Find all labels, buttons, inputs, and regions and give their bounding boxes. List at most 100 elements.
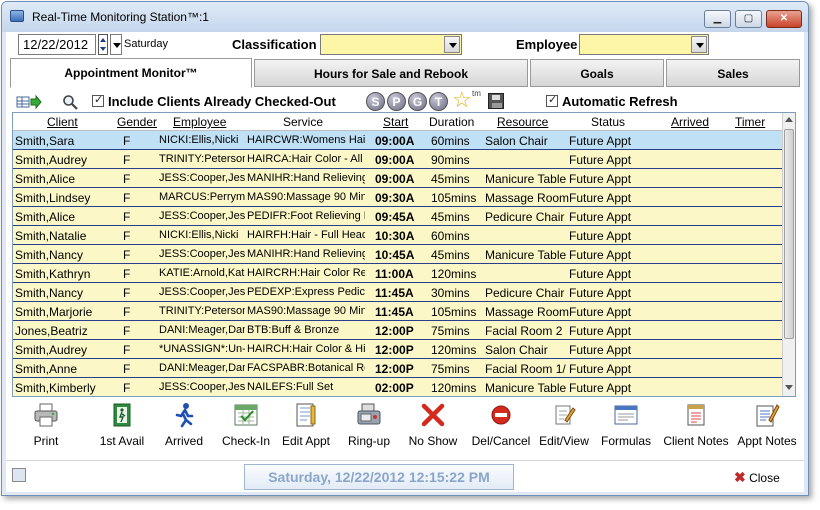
table-row[interactable]: Smith,Kathryn F KATIE:Arnold,Kat HAIRCRH…: [13, 264, 783, 283]
grid-scrollbar[interactable]: [782, 113, 795, 396]
search-icon[interactable]: [62, 94, 78, 110]
ring-up-label: Ring-up: [347, 434, 391, 448]
calendar-check-icon: [234, 404, 258, 426]
edit-appt-button[interactable]: Edit Appt: [276, 400, 336, 452]
close-button[interactable]: ✖ Close: [734, 469, 780, 486]
edit-appt-label: Edit Appt: [281, 434, 331, 448]
edit-view-button[interactable]: Edit/View: [534, 400, 594, 452]
table-row[interactable]: Smith,Alice F JESS:Cooper,Jes PEDIFR:Foo…: [13, 207, 783, 226]
maximize-button[interactable]: ▢: [735, 10, 762, 28]
include-checked-out-label: Include Clients Already Checked-Out: [108, 94, 336, 109]
filter-p-button[interactable]: P: [387, 92, 406, 111]
table-row[interactable]: Smith,Marjorie F TRINITY:Peterson MAS90:…: [13, 302, 783, 321]
formulas-button[interactable]: Formulas: [598, 400, 654, 452]
ring-up-button[interactable]: Ring-up: [340, 400, 398, 452]
spin-up-icon[interactable]: [100, 38, 106, 42]
cell-duration: 120mins: [431, 267, 477, 281]
filter-bar: 12/22/2012 Saturday Classification Emplo…: [10, 32, 802, 58]
table-row[interactable]: Smith,Alice F JESS:Cooper,Jes MANIHR:Han…: [13, 169, 783, 188]
no-show-label: No Show: [408, 434, 458, 448]
column-header-arrived[interactable]: Arrived: [671, 115, 709, 129]
filter-g-button[interactable]: G: [408, 92, 427, 111]
edit-view-label: Edit/View: [539, 434, 589, 448]
appt-notes-button[interactable]: Appt Notes: [734, 400, 800, 452]
tab-sales[interactable]: Sales: [666, 59, 800, 87]
formula-window-icon: [614, 405, 638, 425]
cell-employee: MARCUS:Perrym: [159, 191, 245, 203]
scroll-up-icon[interactable]: [785, 117, 793, 122]
title-bar[interactable]: Real-Time Monitoring Station™:1 ▁ ▢ ✕: [2, 2, 808, 32]
cell-gender: F: [123, 381, 131, 395]
table-row[interactable]: Smith,Anne F DANI:Meager,Dar FACSPABR:Bo…: [13, 359, 783, 378]
scroll-down-icon[interactable]: [785, 385, 793, 390]
cell-duration: 90mins: [431, 153, 470, 167]
cell-gender: F: [123, 210, 131, 224]
filter-s-button[interactable]: S: [366, 92, 385, 111]
tab-hours-for-sale[interactable]: Hours for Sale and Rebook: [254, 59, 528, 87]
minimize-button[interactable]: ▁: [704, 10, 731, 28]
client-notes-label: Client Notes: [663, 434, 729, 448]
column-header-service[interactable]: Service: [283, 115, 323, 129]
trademark-label: tm: [472, 89, 481, 98]
check-in-button[interactable]: Check-In: [216, 400, 276, 452]
del-cancel-button[interactable]: Del/Cancel: [468, 400, 534, 452]
scroll-thumb[interactable]: [784, 129, 794, 339]
cell-service: HAIRFH:Hair - Full Head: [247, 229, 365, 241]
chevron-down-icon[interactable]: [444, 36, 460, 53]
table-row[interactable]: Smith,Kimberly F JESS:Cooper,Jes NAILEFS…: [13, 378, 783, 396]
column-header-timer[interactable]: Timer: [735, 115, 765, 129]
table-row[interactable]: Jones,Beatriz F DANI:Meager,Dan BTB:Buff…: [13, 321, 783, 340]
filter-t-button[interactable]: T: [429, 92, 448, 111]
column-header-client[interactable]: Client: [47, 115, 78, 129]
employee-select[interactable]: [579, 34, 709, 55]
table-row[interactable]: Smith,Sara F NICKI:Ellis,Nicki HAIRCWR:W…: [13, 131, 783, 150]
first-available-button[interactable]: 1st Avail: [94, 400, 150, 452]
notepad-icon: [687, 404, 705, 426]
column-header-start[interactable]: Start: [383, 115, 408, 129]
table-row[interactable]: Smith,Natalie F NICKI:Ellis,Nicki HAIRFH…: [13, 226, 783, 245]
date-field[interactable]: 12/22/2012: [18, 34, 96, 55]
cell-gender: F: [123, 134, 131, 148]
save-icon[interactable]: [488, 93, 504, 109]
classification-select[interactable]: [320, 34, 462, 55]
close-window-button[interactable]: ✕: [766, 10, 802, 28]
employee-label: Employee: [516, 37, 578, 52]
arrived-button[interactable]: Arrived: [156, 400, 212, 452]
auto-refresh-checkbox[interactable]: [546, 93, 558, 107]
cell-start: 10:45A: [375, 248, 415, 262]
no-entry-icon: [491, 405, 511, 425]
print-button[interactable]: Print: [18, 400, 74, 452]
status-grip-icon: [12, 468, 26, 482]
chevron-down-icon[interactable]: [691, 36, 707, 53]
cell-resource: Facial Room 1/: [485, 362, 566, 376]
include-checked-out-checkbox[interactable]: [92, 93, 104, 107]
spin-down-icon[interactable]: [100, 47, 106, 51]
tab-goals[interactable]: Goals: [530, 59, 664, 87]
column-header-status[interactable]: Status: [591, 115, 625, 129]
no-show-button[interactable]: No Show: [404, 400, 462, 452]
table-row[interactable]: Smith,Lindsey F MARCUS:Perrym MAS90:Mass…: [13, 188, 783, 207]
cell-service: PEDIFR:Foot Relieving P: [247, 210, 365, 222]
cell-status: Future Appt: [569, 381, 632, 395]
cell-service: MAS90:Massage 90 Min: [247, 305, 365, 317]
column-header-gender[interactable]: Gender: [117, 115, 157, 129]
client-notes-button[interactable]: Client Notes: [658, 400, 734, 452]
cell-duration: 75mins: [431, 324, 470, 338]
table-row[interactable]: Smith,Nancy F JESS:Cooper,Jes PEDEXP:Exp…: [13, 283, 783, 302]
column-header-employee[interactable]: Employee: [173, 115, 226, 129]
table-row[interactable]: Smith,Nancy F JESS:Cooper,Jes MANIHR:Han…: [13, 245, 783, 264]
tab-appointment-monitor[interactable]: Appointment Monitor™: [10, 58, 252, 88]
date-spinner[interactable]: [98, 34, 108, 55]
column-header-duration[interactable]: Duration: [429, 115, 474, 129]
grid-header: Client Gender Employee Service Start Dur…: [13, 113, 783, 131]
export-grid-icon[interactable]: [16, 94, 42, 110]
date-dropdown-button[interactable]: [110, 34, 122, 55]
cell-employee: TRINITY:Peterson: [159, 305, 245, 317]
cell-gender: F: [123, 362, 131, 376]
column-header-resource[interactable]: Resource: [497, 115, 548, 129]
star-icon[interactable]: ☆: [452, 87, 472, 113]
cell-gender: F: [123, 191, 131, 205]
table-row[interactable]: Smith,Audrey F TRINITY:Peterson HAIRCA:H…: [13, 150, 783, 169]
status-bar: Saturday, 12/22/2012 12:15:22 PM ✖ Close: [6, 460, 804, 492]
table-row[interactable]: Smith,Audrey F *UNASSIGN*:Un-/ HAIRCH:Ha…: [13, 340, 783, 359]
